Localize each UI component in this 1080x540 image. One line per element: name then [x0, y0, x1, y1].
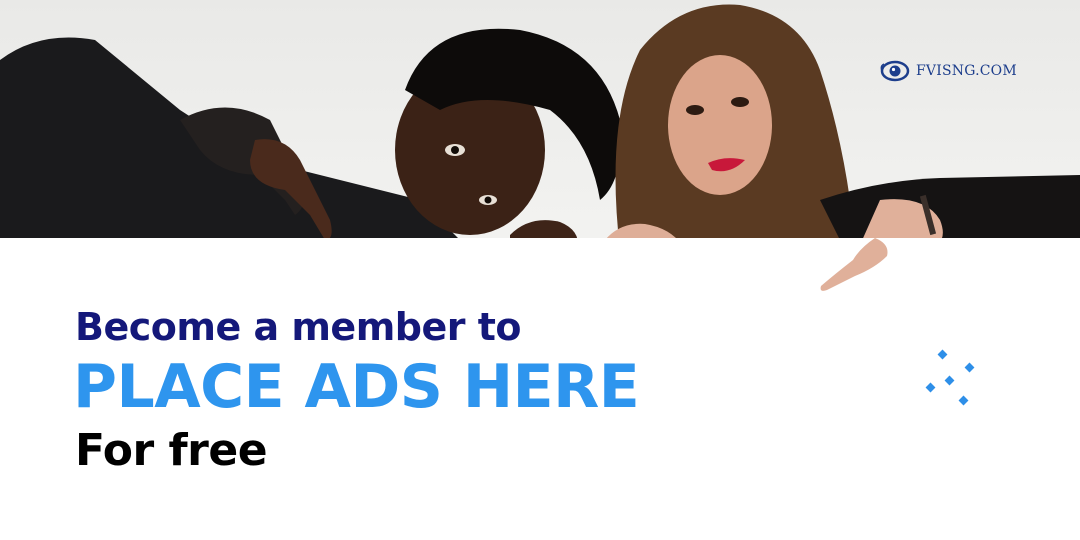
brand-logo[interactable]: FVISNG.COM — [880, 58, 1017, 84]
headline-line-3: For free — [75, 425, 268, 476]
people-pointing-illustration — [0, 4, 1080, 250]
hero-photo — [0, 0, 1080, 250]
pointing-finger-illustration — [820, 238, 888, 291]
diamond-dot — [958, 395, 969, 406]
diamond-dot — [964, 362, 975, 373]
diamond-dot — [944, 375, 955, 386]
diamond-dots-icon — [920, 345, 990, 415]
headline-line-1: Become a member to — [75, 305, 522, 349]
logo-text: FVISNG.COM — [916, 63, 1017, 79]
diamond-dot — [937, 349, 948, 360]
ad-banner: FVISNG.COM Become a member to PLACE ADS … — [0, 0, 1080, 540]
diamond-dot — [925, 382, 936, 393]
eye-logo-icon — [880, 60, 910, 82]
headline-line-2: PLACE ADS HERE — [73, 352, 640, 422]
